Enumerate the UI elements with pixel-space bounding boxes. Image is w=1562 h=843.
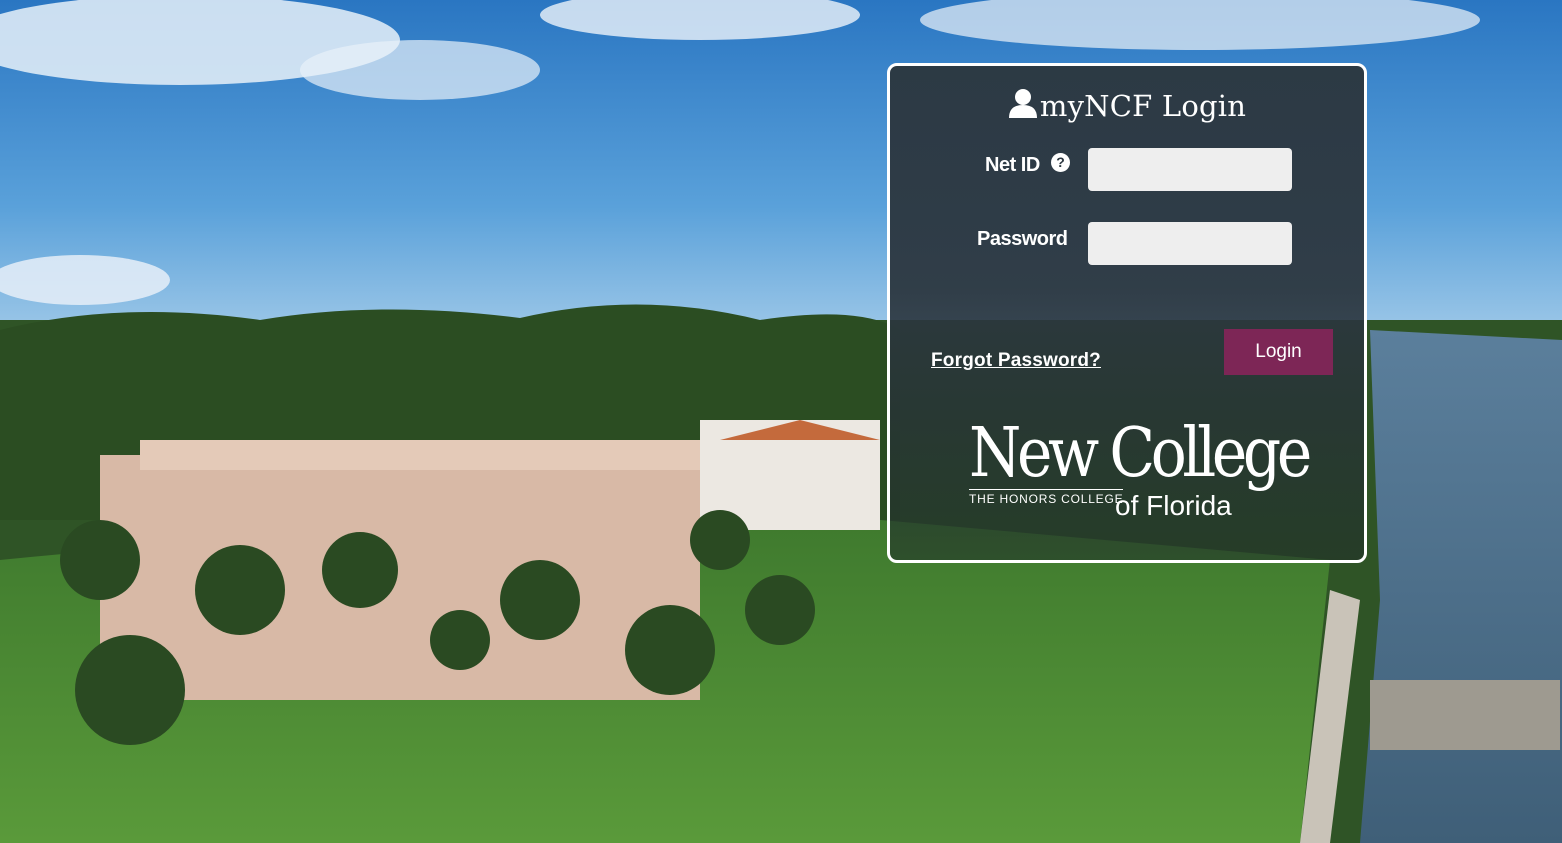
netid-input[interactable] xyxy=(1088,148,1292,191)
password-label: Password xyxy=(977,228,1068,250)
login-title-text: myNCF Login xyxy=(1039,89,1247,123)
login-button[interactable]: Login xyxy=(1224,329,1333,375)
login-panel: myNCF Login Net ID ? Password Forgot Pas… xyxy=(887,63,1367,563)
new-college-logo: New College THE HONORS COLLEGE of Florid… xyxy=(969,416,1312,526)
netid-label: Net ID xyxy=(985,154,1040,176)
question-circle-icon[interactable]: ? xyxy=(1051,153,1070,172)
logo-location: of Florida xyxy=(1115,490,1232,521)
login-title: myNCF Login xyxy=(890,88,1364,123)
forgot-password-link[interactable]: Forgot Password? xyxy=(931,350,1101,372)
user-icon xyxy=(1008,89,1037,118)
logo-tagline: THE HONORS COLLEGE xyxy=(969,489,1124,506)
password-input[interactable] xyxy=(1088,222,1292,265)
logo-name: New College xyxy=(969,414,1312,493)
